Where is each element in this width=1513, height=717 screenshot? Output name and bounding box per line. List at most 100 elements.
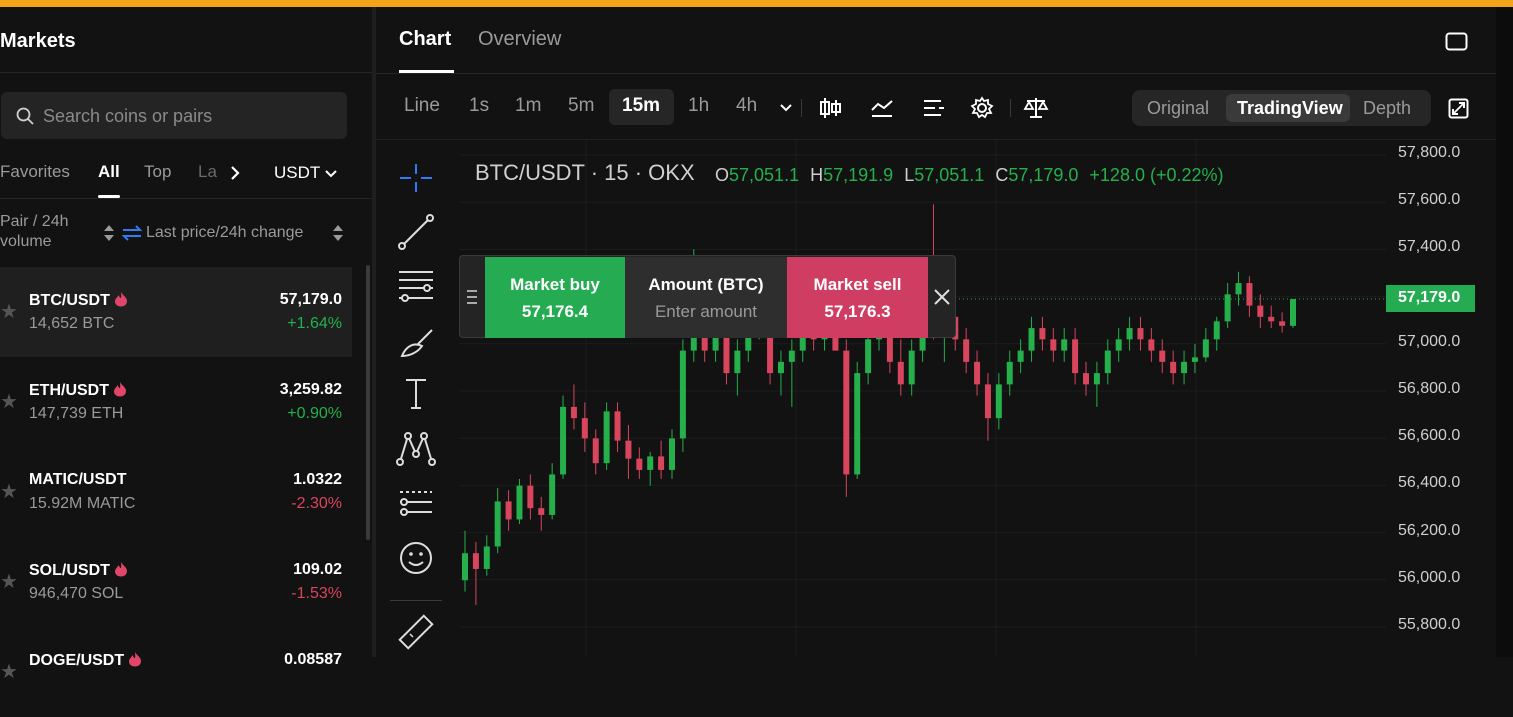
y-axis-label: 57,000.0 bbox=[1398, 332, 1461, 350]
search-placeholder: Search coins or pairs bbox=[43, 106, 213, 126]
timeframe-15m[interactable]: 15m bbox=[622, 95, 660, 117]
candle bbox=[538, 496, 545, 531]
candle bbox=[1017, 339, 1024, 374]
star-icon[interactable]: ★ bbox=[0, 299, 18, 324]
candle bbox=[1202, 328, 1209, 362]
timeframe-line[interactable]: Line bbox=[404, 95, 440, 117]
candle-body bbox=[1061, 339, 1068, 351]
swap-icon[interactable] bbox=[121, 224, 143, 242]
candle-body bbox=[897, 361, 904, 385]
markets-title: Markets bbox=[0, 30, 76, 52]
chevron-down-icon[interactable] bbox=[779, 103, 793, 113]
candle-body bbox=[984, 384, 991, 419]
compare-scale-icon[interactable] bbox=[1023, 96, 1049, 120]
timeframe-5m[interactable]: 5m bbox=[568, 95, 594, 117]
col-pair-volume[interactable]: Pair / 24h volume bbox=[0, 212, 68, 252]
view-depth[interactable]: Depth bbox=[1363, 98, 1411, 119]
sort-icon[interactable] bbox=[332, 224, 344, 242]
pair-label: MATIC/USDT bbox=[29, 471, 127, 488]
candle bbox=[843, 339, 850, 497]
market-row[interactable]: ★ ETH/USDT 147,739 ETH 3,259.82 +0.90% bbox=[0, 357, 352, 447]
tab-top[interactable]: Top bbox=[144, 162, 171, 182]
tab-all[interactable]: All bbox=[98, 162, 120, 182]
sort-icon[interactable] bbox=[103, 224, 115, 242]
candle-body bbox=[1202, 339, 1209, 358]
candlestick-chart[interactable] bbox=[376, 140, 1496, 657]
star-icon[interactable]: ★ bbox=[0, 479, 18, 504]
indicators-icon[interactable] bbox=[869, 96, 895, 120]
candle-body bbox=[647, 456, 654, 470]
drag-handle-icon[interactable] bbox=[466, 288, 478, 306]
hot-icon bbox=[114, 382, 126, 397]
pair-price: 3,259.82 bbox=[279, 381, 342, 398]
market-row[interactable]: ★ DOGE/USDT 0.08587 bbox=[0, 627, 352, 717]
amount-input[interactable]: Amount (BTC) Enter amount bbox=[625, 257, 787, 338]
star-icon[interactable]: ★ bbox=[0, 569, 18, 594]
candle-body bbox=[614, 411, 621, 441]
star-icon[interactable]: ★ bbox=[0, 389, 18, 414]
candle-body bbox=[854, 373, 861, 475]
ohlc-close: 57,179.0 bbox=[1008, 165, 1079, 185]
candle-body bbox=[908, 350, 915, 385]
candle bbox=[777, 350, 784, 396]
y-axis-label: 56,000.0 bbox=[1398, 568, 1461, 586]
chevron-right-icon[interactable] bbox=[228, 165, 242, 181]
scrollbar[interactable] bbox=[366, 265, 370, 540]
candle-body bbox=[995, 384, 1002, 419]
gear-icon[interactable] bbox=[969, 96, 995, 120]
y-axis-label: 56,200.0 bbox=[1398, 521, 1461, 539]
candle-body bbox=[1279, 321, 1286, 326]
candle bbox=[1213, 316, 1220, 351]
fullscreen-icon[interactable] bbox=[1448, 98, 1469, 119]
search-input[interactable]: Search coins or pairs bbox=[1, 92, 347, 139]
candle-body bbox=[865, 339, 872, 374]
candle bbox=[1268, 305, 1275, 329]
candle bbox=[625, 424, 632, 479]
candle-body bbox=[538, 508, 545, 515]
candle-body bbox=[1050, 339, 1057, 351]
pair-volume: 14,652 BTC bbox=[29, 315, 115, 332]
tab-favorites[interactable]: Favorites bbox=[0, 162, 70, 182]
candle bbox=[734, 339, 741, 396]
candle-body bbox=[560, 406, 567, 475]
candle-body bbox=[1104, 350, 1111, 374]
candle-body bbox=[1181, 361, 1188, 374]
tab-layer[interactable]: La bbox=[198, 162, 217, 182]
pair-label: ETH/USDT bbox=[29, 382, 109, 399]
candle bbox=[614, 402, 621, 452]
quote-currency-select[interactable]: USDT bbox=[274, 163, 337, 183]
tab-overview[interactable]: Overview bbox=[478, 28, 561, 51]
view-original[interactable]: Original bbox=[1147, 98, 1209, 119]
window-icon[interactable] bbox=[1445, 32, 1468, 51]
candle-body bbox=[516, 485, 523, 520]
star-icon[interactable]: ★ bbox=[0, 659, 18, 684]
pair-name: SOL/USDT bbox=[29, 561, 128, 580]
timeframe-1s[interactable]: 1s bbox=[469, 95, 489, 117]
col-price-change[interactable]: Last price/24h change bbox=[146, 223, 303, 243]
candle bbox=[679, 339, 686, 452]
candle bbox=[1115, 328, 1122, 362]
market-row[interactable]: ★ SOL/USDT 946,470 SOL 109.02 -1.53% bbox=[0, 537, 352, 627]
tab-chart[interactable]: Chart bbox=[399, 28, 451, 51]
candlestick-type-icon[interactable] bbox=[817, 96, 843, 120]
ohlc-close-label: C bbox=[995, 165, 1009, 185]
pair-label: BTC/USDT bbox=[29, 292, 110, 309]
pair-name: BTC/USDT bbox=[29, 291, 128, 310]
list-settings-icon[interactable] bbox=[921, 96, 947, 120]
market-row[interactable]: ★ BTC/USDT 14,652 BTC 57,179.0 +1.64% bbox=[0, 267, 352, 357]
candle bbox=[1061, 328, 1068, 362]
candle-body bbox=[1268, 316, 1275, 322]
market-buy-label: Market buy bbox=[510, 275, 600, 294]
timeframe-1m[interactable]: 1m bbox=[515, 95, 541, 117]
candle bbox=[1279, 312, 1286, 333]
market-row[interactable]: ★ MATIC/USDT 15.92M MATIC 1.0322 -2.30% bbox=[0, 447, 352, 537]
view-tradingview[interactable]: TradingView bbox=[1237, 98, 1343, 119]
timeframe-4h[interactable]: 4h bbox=[736, 95, 757, 117]
divider bbox=[376, 73, 1496, 74]
timeframe-1h[interactable]: 1h bbox=[688, 95, 709, 117]
market-sell-button[interactable]: Market sell 57,176.3 bbox=[787, 257, 928, 338]
close-icon[interactable] bbox=[933, 288, 951, 306]
market-buy-button[interactable]: Market buy 57,176.4 bbox=[485, 257, 625, 338]
separator bbox=[801, 99, 802, 117]
chart-area[interactable]: BTC/USDT · 15 · OKX O57,051.1 H57,191.9 … bbox=[376, 140, 1496, 657]
